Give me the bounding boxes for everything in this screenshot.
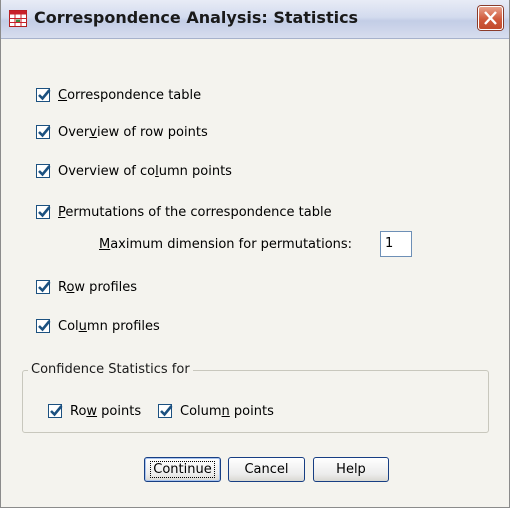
cancel-button-label: Cancel	[244, 462, 289, 477]
checkbox-box[interactable]	[36, 125, 51, 139]
correspondence-table-label: Correspondence table	[58, 87, 202, 103]
confidence-column-points-checkbox[interactable]: Column points	[158, 401, 274, 421]
checkbox-box[interactable]	[36, 88, 51, 102]
checkbox-box[interactable]	[158, 404, 173, 418]
checkmark-icon	[38, 89, 51, 101]
close-button[interactable]	[478, 6, 503, 30]
permutations-label: Permutations of the correspondence table	[58, 204, 332, 220]
column-profiles-checkbox[interactable]: Column profiles	[36, 316, 160, 336]
permutations-checkbox[interactable]: Permutations of the correspondence table	[36, 202, 332, 222]
table-icon	[9, 10, 27, 27]
confidence-group-legend: Confidence Statistics for	[28, 362, 193, 377]
checkbox-box[interactable]	[36, 319, 51, 333]
window-title: Correspondence Analysis: Statistics	[34, 8, 359, 27]
dialog-window: Correspondence Analysis: Statistics Corr…	[0, 0, 510, 508]
correspondence-table-checkbox[interactable]: Correspondence table	[36, 85, 201, 105]
checkmark-icon	[38, 281, 51, 293]
checkmark-icon	[38, 165, 51, 177]
confidence-row-points-label: Row points	[70, 403, 142, 419]
max-dimension-input[interactable]: 1	[380, 231, 412, 257]
checkmark-icon	[38, 126, 51, 138]
overview-row-points-checkbox[interactable]: Overview of row points	[36, 122, 208, 142]
checkbox-box[interactable]	[48, 404, 63, 418]
close-icon	[484, 11, 497, 25]
checkmark-icon	[38, 206, 51, 218]
checkbox-box[interactable]	[36, 205, 51, 219]
checkmark-icon	[50, 405, 63, 417]
overview-column-points-checkbox[interactable]: Overview of column points	[36, 161, 232, 181]
row-profiles-label: Row profiles	[58, 279, 138, 295]
overview-column-points-label: Overview of column points	[58, 163, 232, 179]
max-dimension-label: Maximum dimension for permutations:	[99, 237, 353, 252]
checkmark-icon	[38, 320, 51, 332]
continue-button[interactable]: Continue	[144, 457, 221, 482]
checkbox-box[interactable]	[36, 280, 51, 294]
help-button-label: Help	[336, 462, 366, 477]
cancel-button[interactable]: Cancel	[228, 457, 305, 482]
confidence-column-points-label: Column points	[180, 403, 274, 419]
confidence-row-points-checkbox[interactable]: Row points	[48, 401, 141, 421]
column-profiles-label: Column profiles	[58, 318, 160, 334]
row-profiles-checkbox[interactable]: Row profiles	[36, 277, 137, 297]
overview-row-points-label: Overview of row points	[58, 124, 208, 140]
help-button[interactable]: Help	[313, 457, 389, 482]
title-bar[interactable]: Correspondence Analysis: Statistics	[1, 0, 509, 39]
continue-button-label: Continue	[150, 461, 215, 478]
checkbox-box[interactable]	[36, 164, 51, 178]
checkmark-icon	[160, 405, 173, 417]
